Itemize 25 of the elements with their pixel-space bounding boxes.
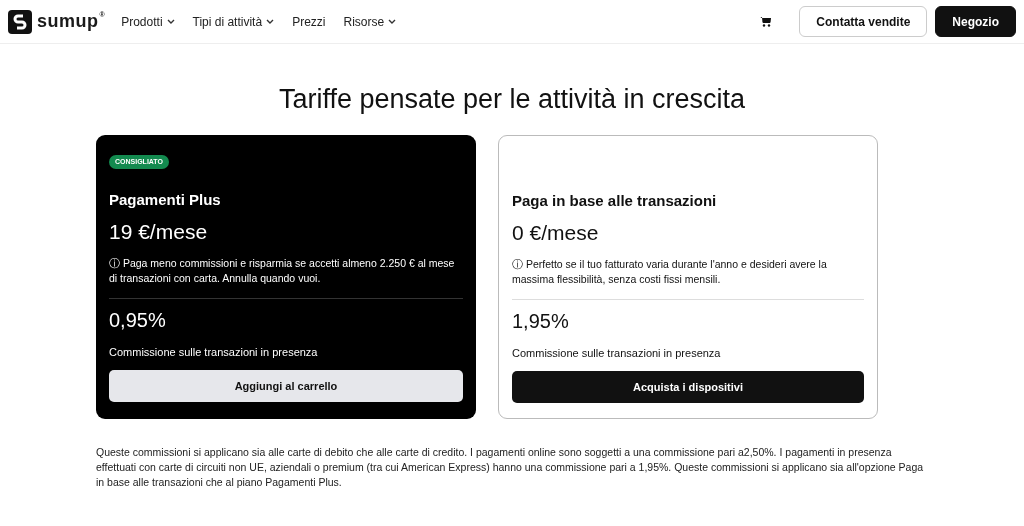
plan-description: ⓘ Paga meno commissioni e risparmia se accetti almeno 2.250 € al mese di transazioni con carta. Annulla quando vuoi. bbox=[109, 256, 456, 286]
fee-label: Commissione sulle transazioni in presenza bbox=[512, 347, 722, 359]
nav-link[interactable]: Prodotti bbox=[121, 14, 175, 29]
plan-price: 0 €/mese bbox=[512, 221, 600, 245]
plan-name: Paga in base alle transazioni bbox=[512, 192, 718, 209]
fee-rate: 1,95% bbox=[512, 310, 570, 333]
add-to-cart-button[interactable]: Aggiungi al carrello bbox=[109, 370, 463, 402]
fee-rate: 0,95% bbox=[109, 309, 167, 332]
chevron-down-icon bbox=[388, 19, 397, 24]
buy-devices-button[interactable]: Acquista i dispositivi bbox=[512, 371, 864, 403]
fee-label: Commissione sulle transazioni in presenza bbox=[109, 346, 319, 358]
plan-name: Pagamenti Plus bbox=[109, 191, 222, 208]
nav-link[interactable]: Risorse bbox=[343, 14, 397, 29]
contact-button[interactable]: Contatta vendite bbox=[799, 6, 928, 37]
cart-icon[interactable] bbox=[760, 16, 772, 27]
page-heading: Tariffe pensate per le attività in crescita bbox=[277, 84, 747, 115]
plan-description: ⓘ Perfetto se il tuo fatturato varia durante l'anno e desideri avere la massima flessibilità, senza costi fissi mensili. bbox=[512, 257, 828, 287]
plan-price: 19 €/mese bbox=[109, 220, 209, 244]
nav-link[interactable]: Prezzi bbox=[292, 14, 326, 29]
fee-footnote: Queste commissioni si applicano sia alle carte di debito che alle carte di credito. I pagamenti online sono soggetti a una commissione pari a2,50%. I pagamenti in presenza effettuati con carte di circuiti non UE, aziendali o premium (tra cui American Express) hanno una commissione pari a 1,95%. Queste commissioni si applicano sia all'opzione Paga in base alle transazioni che al piano Pagamenti Plus. bbox=[96, 445, 925, 490]
chevron-down-icon bbox=[266, 19, 275, 24]
logo-icon[interactable] bbox=[8, 9, 32, 34]
shop-button[interactable]: Negozio bbox=[935, 6, 1016, 37]
nav-link[interactable]: Tipi di attività bbox=[192, 14, 275, 29]
chevron-down-icon bbox=[166, 19, 175, 24]
